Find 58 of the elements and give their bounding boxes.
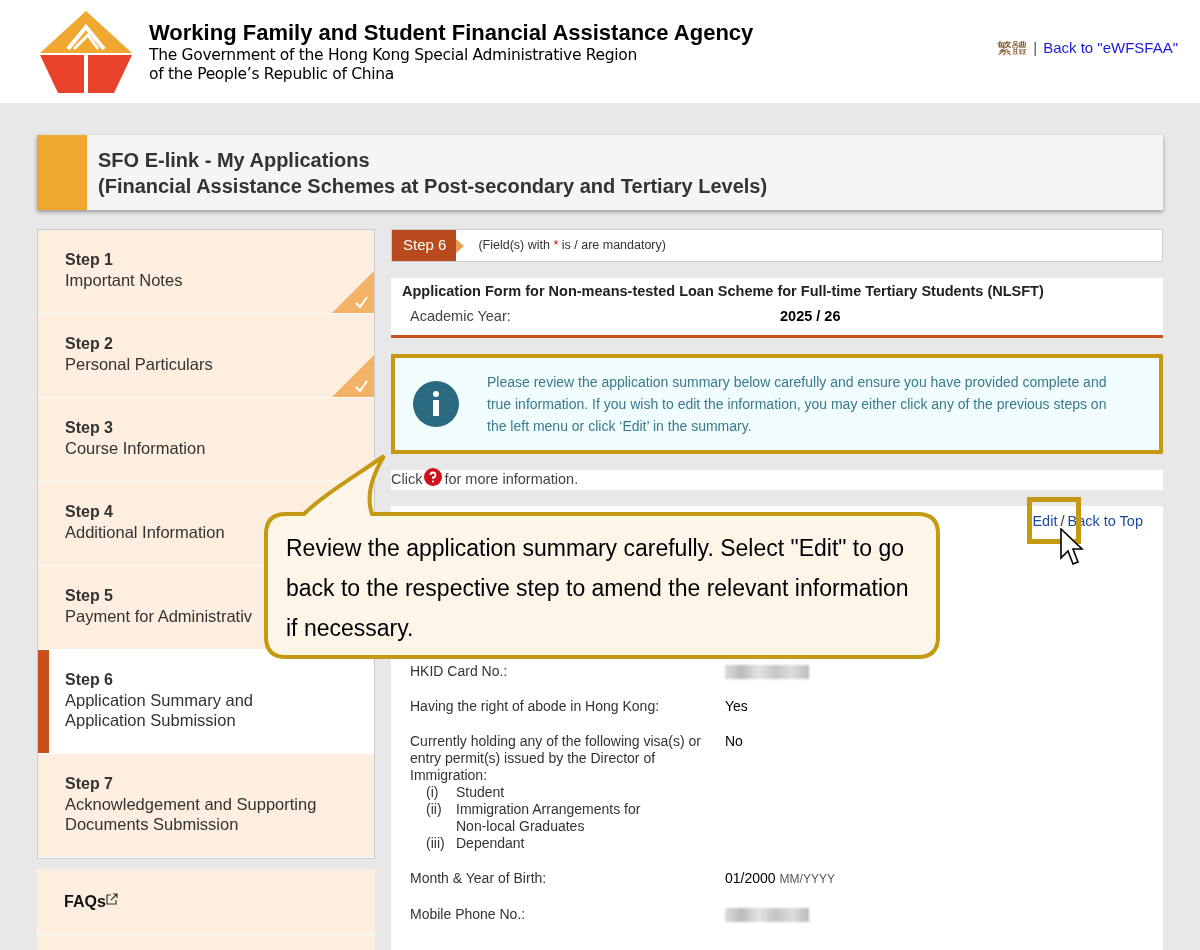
step-number: Step 3 bbox=[65, 418, 113, 438]
step-label: Important Notes bbox=[65, 270, 183, 290]
sidebar-item[interactable]: Step 2 Personal Particulars bbox=[38, 314, 374, 398]
list-item-text: Student bbox=[456, 784, 506, 802]
help-text: for more information. bbox=[444, 469, 579, 489]
format-hint: MM/YYYY bbox=[779, 871, 835, 889]
field-label: HKID Card No.: bbox=[410, 663, 508, 681]
back-link[interactable]: Back to "eWFSFAA" bbox=[1043, 37, 1178, 60]
sidebar-item[interactable]: Step 6 Application Summary and Application Submission bbox=[38, 650, 374, 754]
sidebar-item[interactable]: Step 7 Acknowledgement and Supporting Documents Submission bbox=[38, 754, 374, 858]
list-number: (iii) bbox=[426, 835, 446, 853]
badge-arrow-icon bbox=[456, 238, 465, 253]
mouse-pointer-icon bbox=[1060, 528, 1084, 568]
edit-link[interactable]: Edit bbox=[1032, 510, 1058, 533]
step-label: Application Summary and Application Submission bbox=[65, 690, 254, 730]
faqs-link[interactable]: FAQs bbox=[64, 889, 118, 914]
step-number: Step 2 bbox=[65, 334, 113, 354]
list-item-text: Dependant bbox=[456, 835, 526, 853]
field-value: 2025 / 26 bbox=[780, 306, 841, 326]
list-item-text: Immigration Arrangements for Non-local Graduates bbox=[456, 801, 642, 836]
agency-title: Working Family and Student Financial Assistance Agency bbox=[149, 19, 754, 46]
field-label: Month & Year of Birth: bbox=[410, 870, 547, 888]
field-label: Currently holding any of the following visa(s) or entry permit(s) issued by the Director of Immigration: bbox=[410, 733, 703, 785]
info-message: Please review the application summary below carefully and ensure you have provided complete and true information. If you wish to edit the information, you may either click any of the previous steps on the left menu or click ‘Edit’ in the summary. bbox=[487, 372, 1108, 436]
field-value: No bbox=[725, 733, 743, 751]
help-text: Click bbox=[391, 469, 423, 489]
step-label: Course Information bbox=[65, 438, 206, 458]
step-label: Acknowledgement and Supporting Documents Submission bbox=[65, 794, 318, 834]
list-number: (ii) bbox=[426, 801, 443, 820]
step-label: Additional Information bbox=[65, 522, 225, 542]
step-number: Step 5 bbox=[65, 586, 113, 606]
step-number: Step 6 bbox=[65, 670, 113, 690]
sidebar-item[interactable]: Step 3 Course Information bbox=[38, 398, 374, 482]
field-value: Yes bbox=[725, 698, 748, 716]
form-title: Application Form for Non-means-tested Loan Scheme for Full-time Tertiary Students (NLSFT) bbox=[402, 282, 1045, 301]
page-title: SFO E-link - My Applications bbox=[98, 148, 371, 173]
field-value: 01/2000 bbox=[725, 870, 776, 888]
step-label: Payment for Administrativ bbox=[65, 606, 253, 626]
info-icon bbox=[413, 380, 459, 427]
separator-text: / bbox=[1060, 511, 1065, 531]
step-label: Personal Particulars bbox=[65, 354, 213, 374]
step-number: Step 1 bbox=[65, 250, 113, 270]
sidebar-item[interactable]: Step 1 Important Notes bbox=[38, 230, 374, 314]
language-link[interactable]: 繁體 bbox=[997, 37, 1028, 60]
page-title: (Financial Assistance Schemes at Post-secondary and Tertiary Levels) bbox=[98, 174, 768, 199]
step-number: Step 7 bbox=[65, 774, 113, 794]
mandatory-note: (Field(s) with * is / are mandatory) bbox=[478, 237, 666, 255]
field-label: Having the right of abode in Hong Kong: bbox=[410, 698, 660, 716]
external-link-icon bbox=[105, 892, 118, 905]
agency-subtitle: The Government of the Hong Kong Special Administrative Region bbox=[149, 45, 639, 65]
field-label: Mobile Phone No.: bbox=[410, 906, 526, 924]
step-badge: Step 6 bbox=[392, 230, 457, 261]
list-number: (i) bbox=[426, 784, 440, 802]
separator-text: | bbox=[1033, 38, 1038, 59]
agency-subtitle: of the People’s Republic of China bbox=[149, 64, 396, 84]
field-label: Academic Year: bbox=[410, 306, 512, 326]
step-number: Step 4 bbox=[65, 502, 113, 522]
help-icon[interactable] bbox=[424, 467, 443, 486]
